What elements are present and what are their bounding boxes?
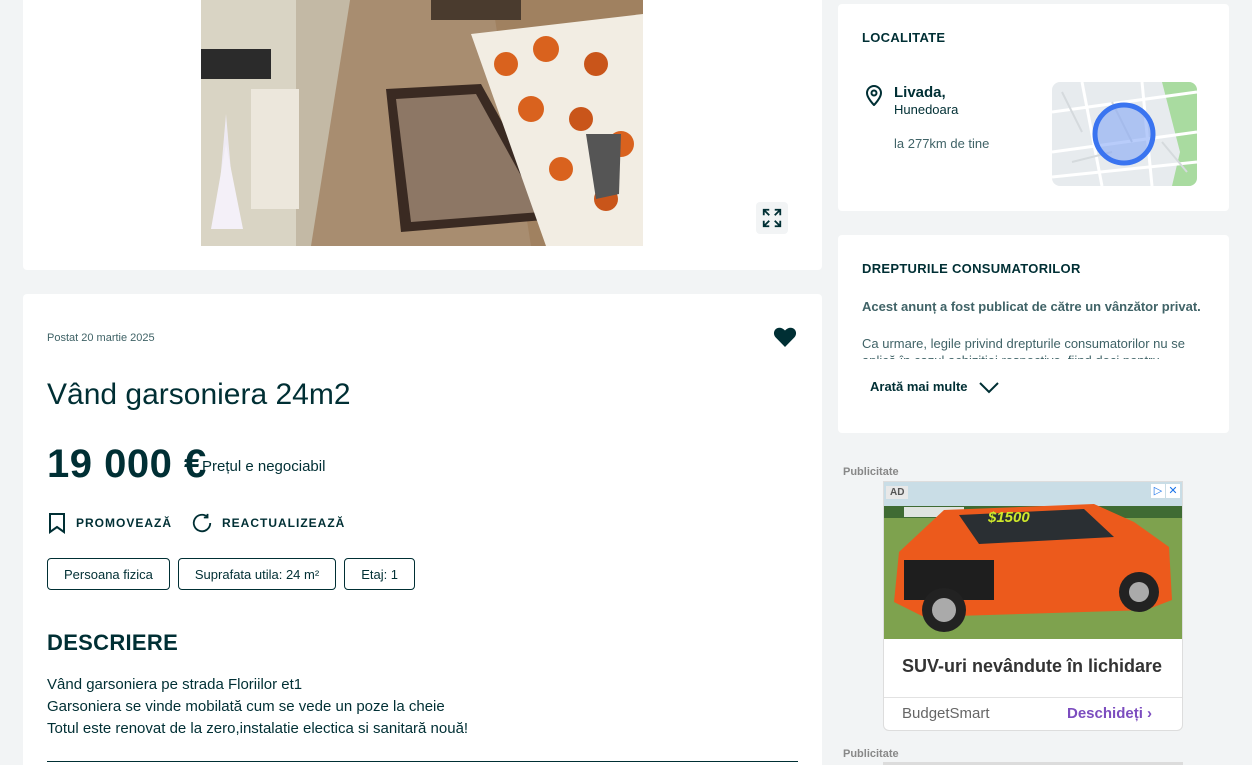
description-line: Garsoniera se vinde mobilată cum se vede… [47,698,445,715]
ad-choices-icon[interactable]: ▷ [1151,484,1165,498]
description-line: Vând garsoniera pe strada Floriilor et1 [47,676,303,693]
tag-seller-type: Persoana fizica [47,558,170,590]
price-negotiable-note: Prețul e negociabil [202,458,326,475]
advert-label-2: Publicitate [843,748,899,760]
advert-brand: BudgetSmart [902,705,990,722]
divider [47,761,798,762]
advert-plate-text: $1500 [987,509,1030,526]
listing-price: 19 000 € [47,442,207,486]
location-distance: la 277km de tine [894,136,990,151]
expand-icon [762,208,782,228]
listing-title: Vând garsoniera 24m2 [47,378,351,411]
description-text: Vând garsoniera pe strada Floriilor et1 … [47,674,468,740]
bookmark-icon [49,513,65,534]
location-card: LOCALITATE Livada, Hunedoara la 277km de… [838,4,1229,211]
refresh-icon [192,513,212,533]
consumer-bold-text: Acest anunț a fost publicat de către un … [862,299,1201,314]
consumer-rights-card: DREPTURILE CONSUMATORILOR Acest anunț a … [838,235,1229,433]
photo-gallery [23,0,822,270]
chevron-right-icon: › [1147,705,1153,722]
promote-button[interactable]: PROMOVEAZĂ [47,512,172,534]
consumer-heading: DREPTURILE CONSUMATORILOR [862,261,1081,276]
listing-photo[interactable] [201,0,643,246]
attribute-tags: Persoana fizica Suprafata utila: 24 m² E… [47,558,416,590]
advert-label: Publicitate [843,466,899,478]
tag-area: Suprafata utila: 24 m² [177,558,337,590]
refresh-label: REACTUALIZEAZĂ [222,516,346,530]
ad-badge: AD [886,486,909,499]
advert-banner[interactable]: $1500 AD ▷ ✕ SUV-uri nevândute în lichid… [883,481,1183,731]
posted-date: Postat 20 martie 2025 [47,332,155,344]
expand-button[interactable] [756,202,788,234]
description-line: Totul este renovat de la zero,instalatie… [47,720,469,737]
description-heading: DESCRIERE [47,630,179,655]
location-heading: LOCALITATE [862,30,946,45]
advert-headline[interactable]: SUV-uri nevândute în lichidare [902,656,1162,677]
advert-cta-label: Deschideți [1067,705,1143,722]
favorite-button[interactable] [773,326,799,350]
advert-image[interactable]: $1500 [884,482,1182,639]
consumer-text: Ca urmare, legile privind drepturile con… [862,336,1185,359]
refresh-button[interactable]: REACTUALIZEAZĂ [191,512,345,534]
chevron-down-icon [978,381,999,393]
promote-label: PROMOVEAZĂ [76,516,173,530]
show-more-label: Arată mai multe [870,379,968,394]
listing-details: Postat 20 martie 2025 Vând garsoniera 24… [23,294,822,765]
tag-floor: Etaj: 1 [344,558,416,590]
location-map[interactable] [1052,82,1197,186]
location-city: Livada, [894,84,946,101]
show-more-button[interactable]: Arată mai multe [870,379,1000,394]
location-pin-icon [865,85,883,106]
close-icon[interactable]: ✕ [1166,484,1180,498]
divider [884,697,1182,698]
ad-choices[interactable]: ▷ ✕ [1151,484,1180,498]
heart-icon [773,327,797,347]
location-region: Hunedoara [894,102,959,117]
advert-open-button[interactable]: Deschideți › [1067,705,1152,722]
